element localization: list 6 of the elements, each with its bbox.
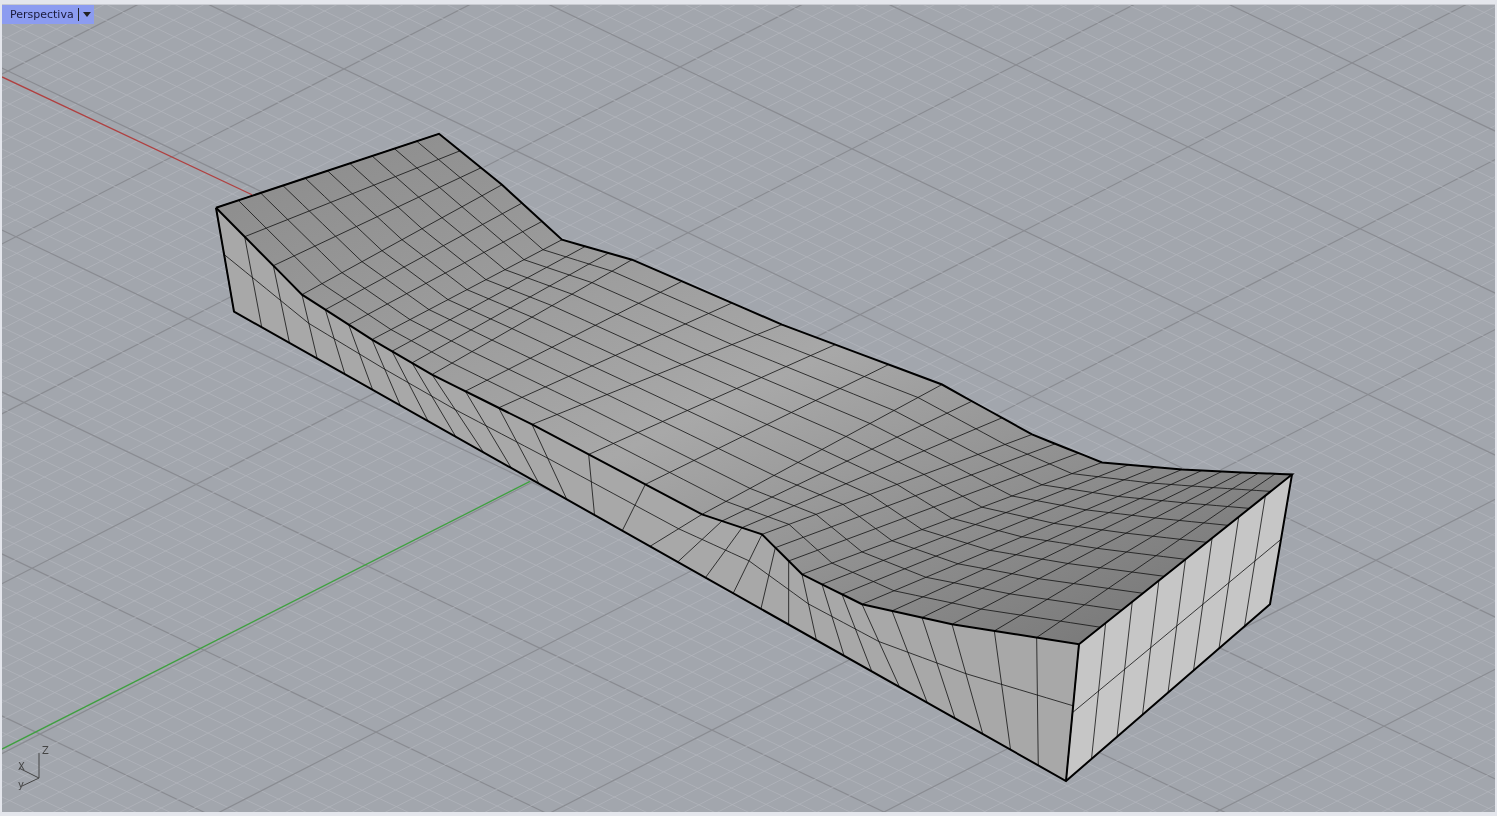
axis-label: y	[18, 779, 24, 791]
axis-label: X	[18, 761, 25, 773]
axis-label: Z	[42, 745, 49, 757]
caret-icon	[82, 12, 91, 17]
viewport[interactable]: Perspectiva Z X y	[2, 4, 1495, 812]
viewport-title-button[interactable]: Perspectiva	[2, 5, 94, 24]
